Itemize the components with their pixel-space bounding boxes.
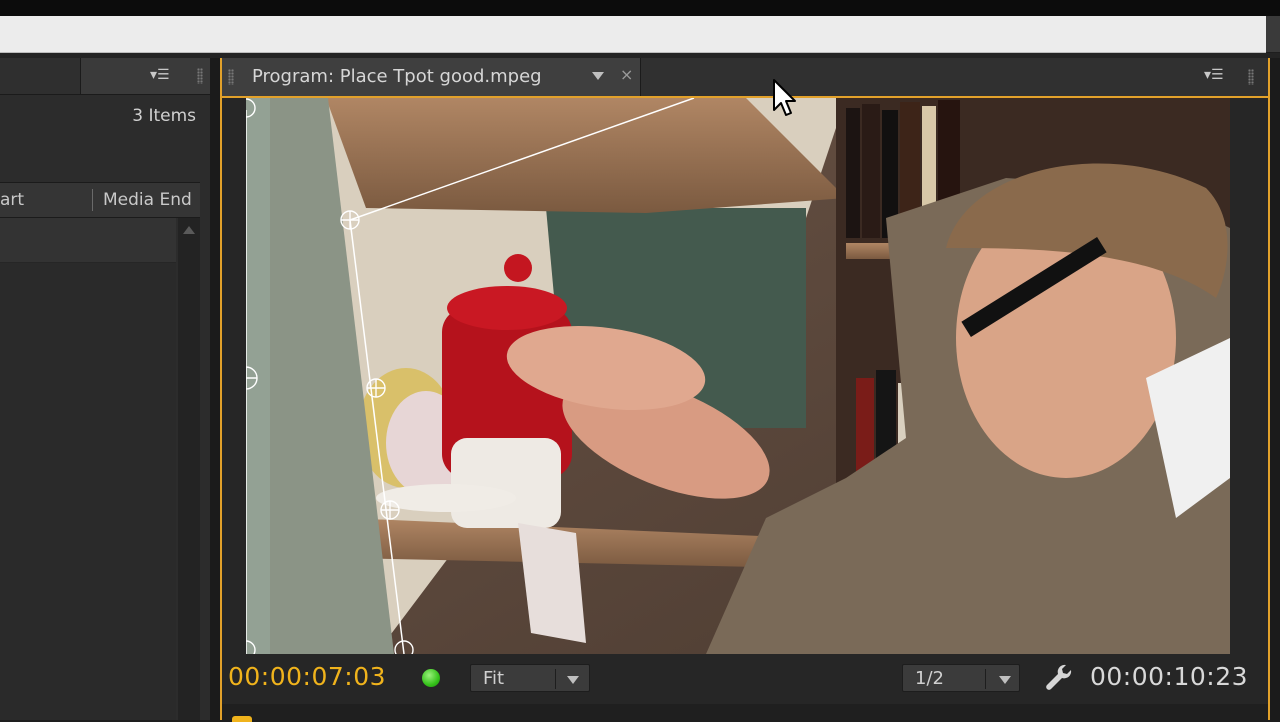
column-header-start[interactable]: art bbox=[0, 190, 24, 210]
playhead-marker[interactable] bbox=[232, 716, 252, 722]
dropdown-arrow-icon[interactable] bbox=[567, 676, 579, 684]
project-panel-tab[interactable] bbox=[0, 58, 81, 94]
title-bar bbox=[0, 16, 1266, 53]
dropdown-separator bbox=[555, 669, 556, 689]
scroll-up-icon[interactable] bbox=[183, 226, 195, 234]
title-bar-edge bbox=[1266, 16, 1280, 52]
top-strip bbox=[0, 0, 1280, 16]
vertical-scrollbar[interactable] bbox=[178, 218, 200, 720]
wrench-icon[interactable] bbox=[1044, 662, 1074, 692]
duration-timecode: 00:00:10:23 bbox=[1089, 662, 1248, 691]
panel-menu-icon[interactable]: ▾☰ bbox=[1204, 68, 1224, 82]
panel-divider[interactable] bbox=[210, 58, 220, 720]
list-item[interactable] bbox=[0, 218, 176, 263]
program-monitor-title: Program: Place Tpot good.mpeg bbox=[252, 66, 542, 87]
monitor-controls: 00:00:07:03 Fit 1/2 00:00:10:23 bbox=[222, 656, 1268, 704]
column-separator[interactable] bbox=[92, 189, 93, 211]
grip-icon[interactable] bbox=[228, 69, 234, 85]
items-count: 3 Items bbox=[132, 106, 196, 126]
column-header-media-end[interactable]: Media End bbox=[103, 190, 192, 210]
dropdown-separator bbox=[985, 669, 986, 689]
zoom-select-value: Fit bbox=[483, 668, 505, 689]
video-preview[interactable] bbox=[246, 98, 1230, 654]
project-panel: ▾☰ 3 Items art Media End bbox=[0, 58, 210, 720]
video-frame-art bbox=[246, 98, 1230, 654]
mouse-cursor-icon bbox=[773, 79, 796, 116]
status-indicator bbox=[422, 669, 440, 687]
dropdown-arrow-icon[interactable] bbox=[592, 72, 604, 80]
playhead-timecode[interactable]: 00:00:07:03 bbox=[228, 662, 386, 691]
item-list bbox=[0, 218, 176, 720]
grip-icon[interactable] bbox=[197, 68, 203, 84]
dropdown-arrow-icon[interactable] bbox=[999, 676, 1011, 684]
resolution-select[interactable]: 1/2 bbox=[902, 664, 1020, 692]
column-header-row: art Media End bbox=[0, 182, 200, 218]
program-monitor-tab[interactable]: Program: Place Tpot good.mpeg × bbox=[222, 58, 641, 96]
zoom-select[interactable]: Fit bbox=[470, 664, 590, 692]
close-icon[interactable]: × bbox=[620, 65, 633, 84]
project-panel-header: ▾☰ bbox=[0, 58, 210, 95]
resolution-select-value: 1/2 bbox=[915, 668, 944, 689]
program-monitor-header: Program: Place Tpot good.mpeg × ▾☰ bbox=[222, 58, 1268, 98]
grip-icon[interactable] bbox=[1248, 69, 1254, 85]
panel-menu-icon[interactable]: ▾☰ bbox=[150, 68, 170, 82]
right-panel-edge bbox=[1270, 58, 1280, 720]
bottom-strip bbox=[222, 704, 1268, 722]
